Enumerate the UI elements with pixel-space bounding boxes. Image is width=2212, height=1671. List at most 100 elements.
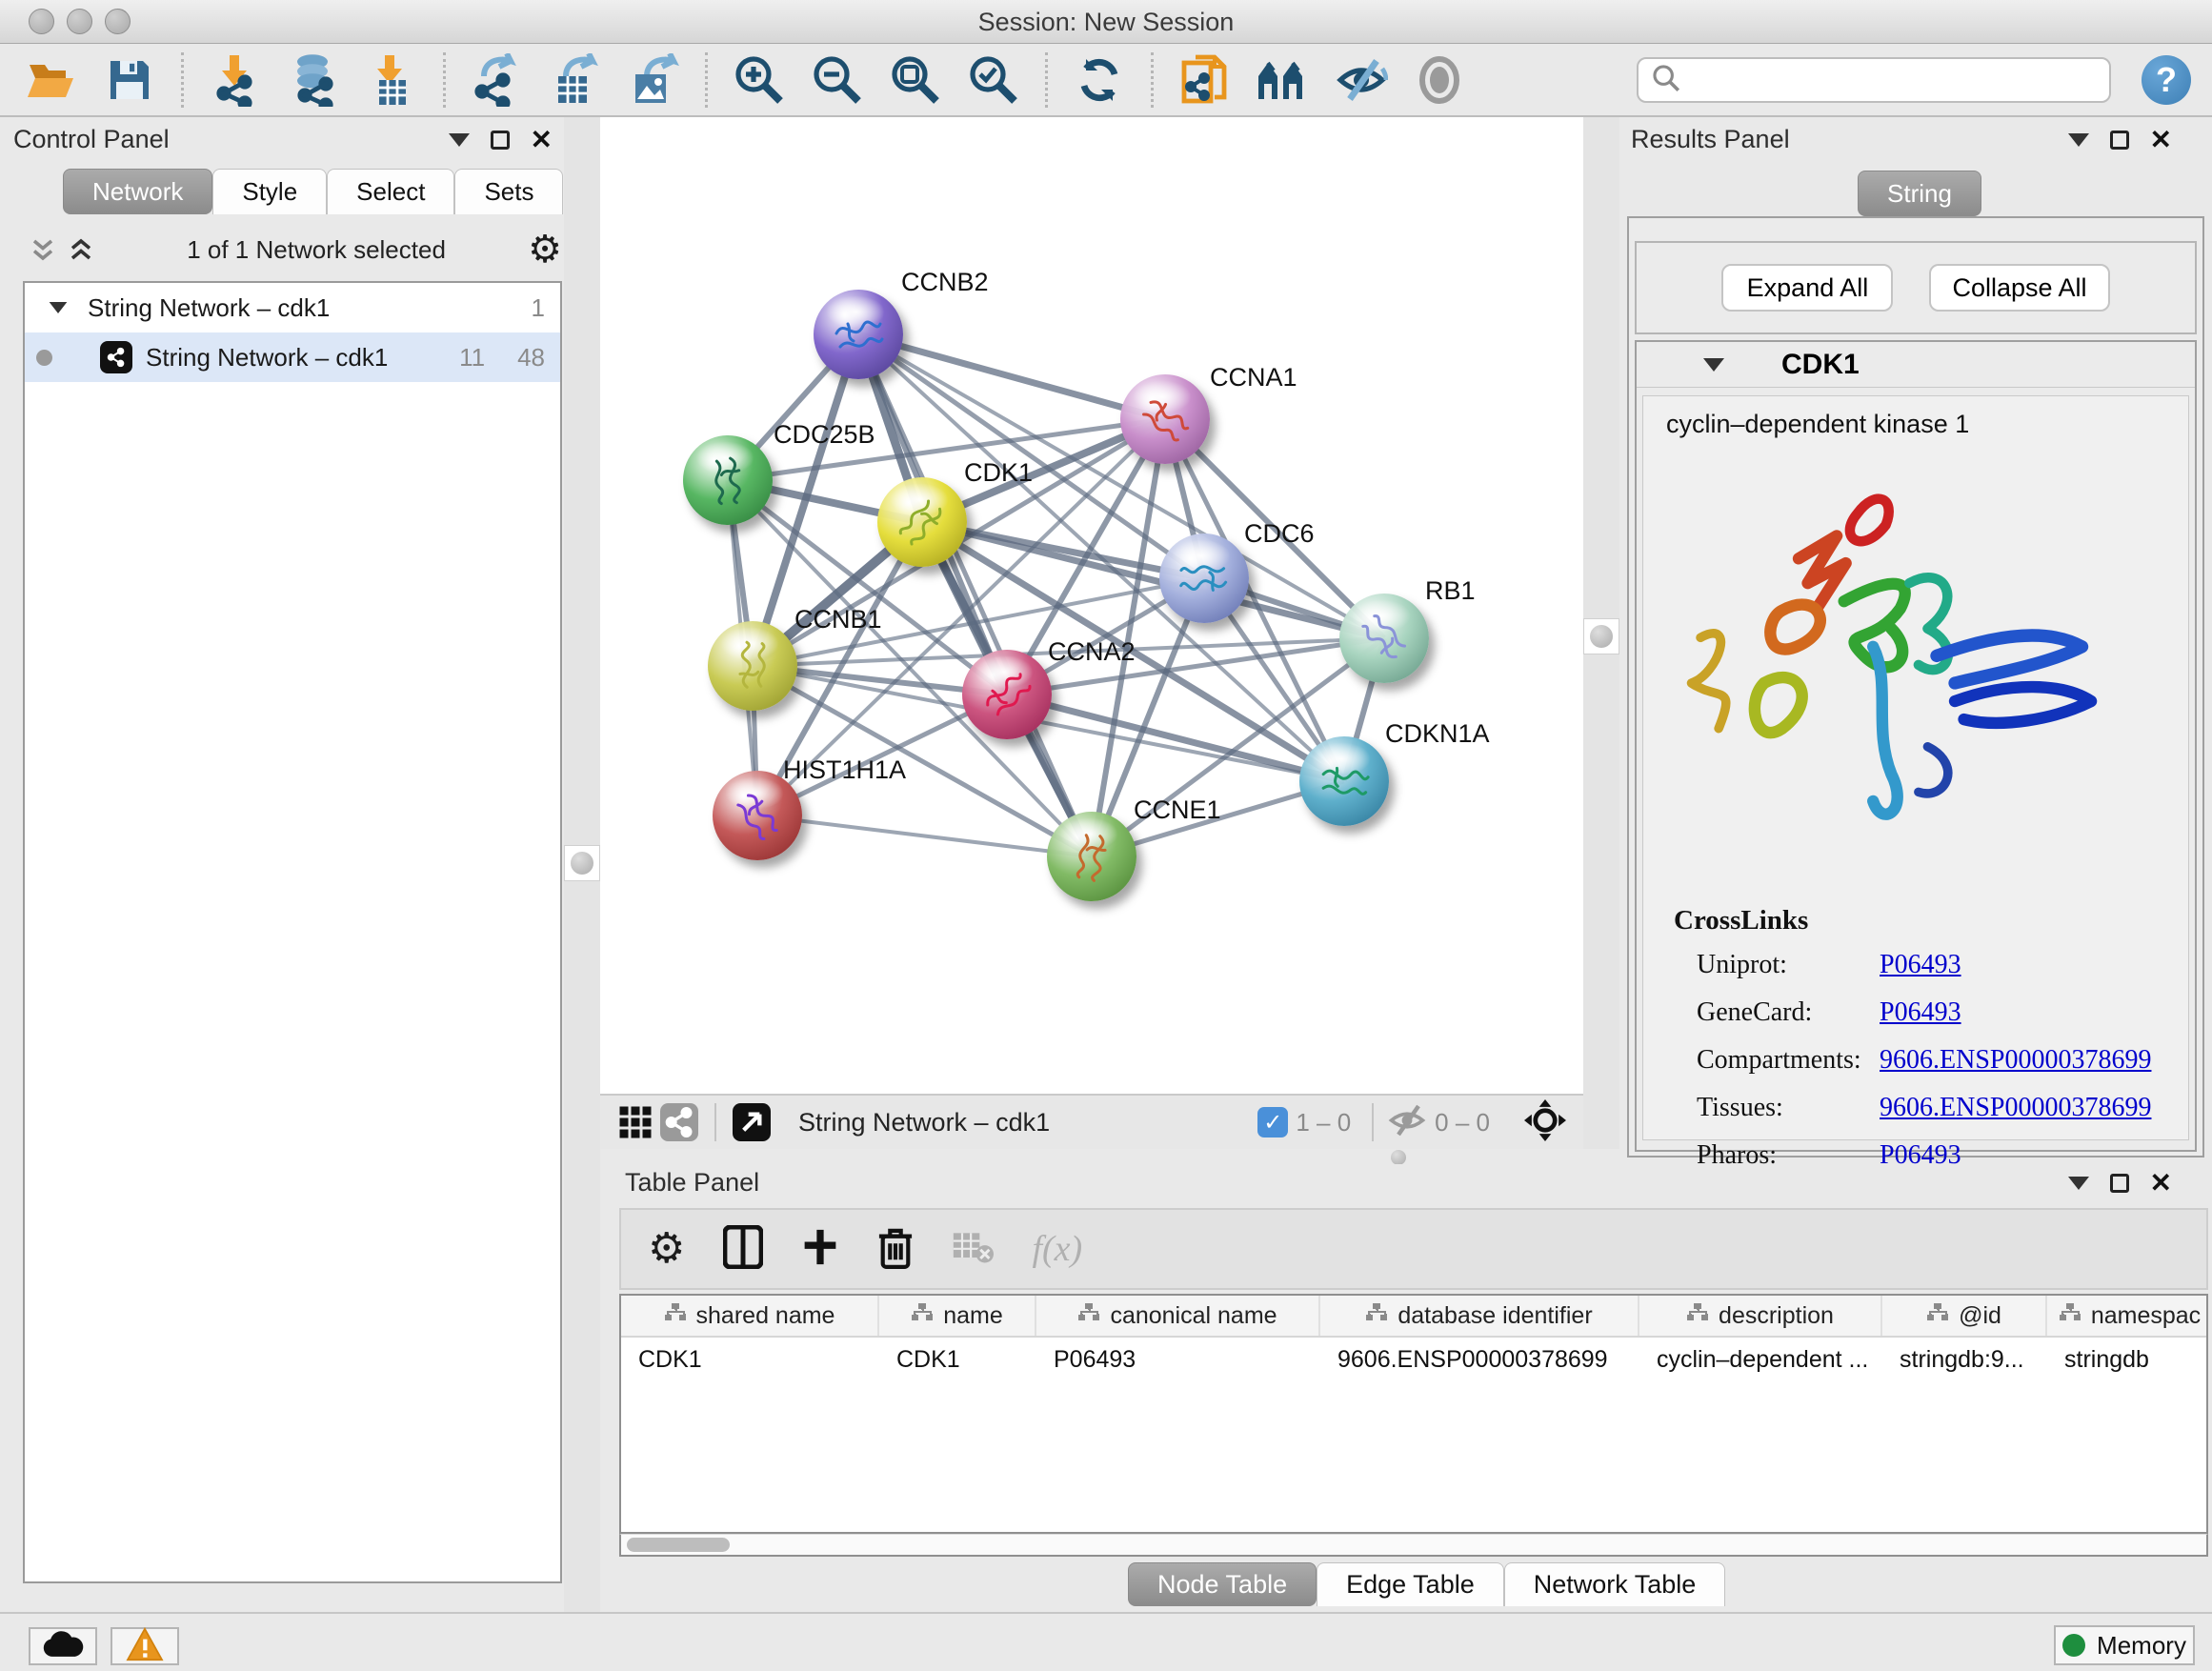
zoom-selected-button[interactable] [967,53,1020,107]
network-node-CDC6[interactable] [1159,534,1249,623]
toolbar-search[interactable] [1637,57,2111,103]
tab-edge-table[interactable]: Edge Table [1317,1562,1504,1606]
show-columns-icon[interactable] [723,1225,763,1274]
network-share-view-icon[interactable] [657,1096,701,1149]
expand-all-button[interactable]: Expand All [1721,264,1893,312]
import-table-button[interactable] [365,53,418,107]
table-cell[interactable]: 9606.ENSP00000378699 [1320,1338,1639,1381]
network-edge[interactable] [757,815,1092,856]
tab-network-table[interactable]: Network Table [1504,1562,1726,1606]
node-table[interactable]: shared namenamecanonical namedatabase id… [619,1294,2208,1534]
help-button[interactable]: ? [2142,55,2191,105]
apply-layout-button[interactable] [1073,53,1126,107]
network-node-CCNA1[interactable] [1120,374,1210,464]
network-node-RB1[interactable] [1339,594,1429,683]
column-header--id[interactable]: @id [1882,1296,2047,1336]
gear-icon[interactable]: ⚙ [528,231,562,269]
import-network-from-database-button[interactable] [287,53,340,107]
protein-section-header[interactable]: CDK1 [1637,342,2195,388]
save-session-button[interactable] [103,53,156,107]
network-collection-row[interactable]: String Network – cdk1 1 [25,283,560,332]
warning-status-button[interactable] [111,1627,179,1665]
float-panel-icon[interactable] [2110,131,2129,150]
left-splitter-handle[interactable] [564,845,600,881]
right-splitter-handle[interactable] [1583,618,1619,654]
expand-all-networks-icon[interactable] [67,235,95,264]
table-settings-gear-icon[interactable]: ⚙ [648,1228,685,1270]
tab-sets[interactable]: Sets [454,169,563,214]
add-column-icon[interactable] [801,1225,839,1274]
cloud-status-button[interactable] [29,1627,97,1665]
open-session-button[interactable] [25,53,78,107]
network-node-CCNA2[interactable] [962,650,1052,739]
network-node-CDK1[interactable] [877,477,967,567]
network-node-CCNB1[interactable] [708,621,797,711]
collapse-collection-icon[interactable] [50,302,68,313]
zoom-fit-button[interactable] [889,53,942,107]
close-panel-icon[interactable]: ✕ [2150,127,2172,153]
panel-menu-icon[interactable] [2068,1177,2089,1190]
crosslink-link[interactable]: P06493 [1880,997,1961,1028]
network-canvas[interactable]: CCNB2CCNA1CDC25BCDK1CDC6RB1CCNB1CCNA2CDK… [600,117,1583,1094]
export-network-button[interactable] [471,53,524,107]
import-network-button[interactable] [209,53,262,107]
network-node-CDKN1A[interactable] [1299,736,1389,826]
table-row[interactable]: CDK1CDK1P064939606.ENSP00000378699cyclin… [621,1338,2206,1381]
selected-nodes-checkbox-icon[interactable]: ✓ [1257,1107,1288,1137]
export-image-button[interactable] [627,53,680,107]
tab-style[interactable]: Style [212,169,327,214]
crosslink-link[interactable]: 9606.ENSP00000378699 [1880,1045,2151,1076]
close-panel-icon[interactable]: ✕ [531,127,553,153]
hidden-eye-slash-icon[interactable] [1387,1103,1427,1142]
network-node-CDC25B[interactable] [683,435,773,525]
column-header-description[interactable]: description [1639,1296,1882,1336]
collapse-section-icon[interactable] [1703,358,1724,372]
column-header-shared-name[interactable]: shared name [621,1296,879,1336]
memory-button[interactable]: Memory [2054,1625,2195,1665]
panel-menu-icon[interactable] [449,133,470,147]
table-cell[interactable]: P06493 [1036,1338,1320,1381]
panel-menu-icon[interactable] [2068,133,2089,147]
network-snapshot-button[interactable] [1178,53,1232,107]
network-row[interactable]: String Network – cdk1 11 48 [25,332,560,382]
crosslink-label: Tissues: [1674,1093,1880,1123]
detach-view-icon[interactable] [730,1096,774,1149]
column-header-namespac[interactable]: namespac [2047,1296,2208,1336]
float-panel-icon[interactable] [2110,1174,2129,1193]
table-cell[interactable]: cyclin–dependent ... [1639,1338,1882,1381]
collapse-all-networks-icon[interactable] [29,235,57,264]
column-header-canonical-name[interactable]: canonical name [1036,1296,1320,1336]
left-splitter[interactable] [564,117,600,1612]
column-header-database-identifier[interactable]: database identifier [1320,1296,1639,1336]
first-neighbors-button[interactable] [1257,53,1310,107]
table-cell[interactable]: CDK1 [879,1338,1036,1381]
horizontal-scrollbar[interactable] [619,1534,2208,1557]
tab-string[interactable]: String [1858,171,1981,216]
grid-view-icon[interactable] [613,1096,657,1149]
tab-network[interactable]: Network [63,169,212,214]
column-header-name[interactable]: name [879,1296,1036,1336]
table-cell[interactable]: stringdb [2047,1338,2208,1381]
scrollbar-thumb[interactable] [627,1538,730,1552]
search-input[interactable] [1682,66,2092,95]
hide-selected-button[interactable] [1335,53,1388,107]
show-all-button[interactable] [1413,53,1466,107]
table-cell[interactable]: stringdb:9... [1882,1338,2047,1381]
delete-column-trash-icon[interactable] [877,1225,914,1274]
zoom-in-button[interactable] [733,53,786,107]
float-panel-icon[interactable] [491,131,510,150]
network-node-CCNE1[interactable] [1047,812,1136,901]
zoom-out-button[interactable] [811,53,864,107]
network-node-CCNB2[interactable] [814,290,903,379]
tab-select[interactable]: Select [327,169,454,214]
crosslink-link[interactable]: 9606.ENSP00000378699 [1880,1093,2151,1123]
table-cell[interactable]: CDK1 [621,1338,879,1381]
export-table-button[interactable] [549,53,602,107]
close-panel-icon[interactable]: ✕ [2150,1170,2172,1197]
birdseye-navigator-icon[interactable] [1524,1099,1566,1146]
horizontal-splitter-handle[interactable] [1391,1150,1406,1165]
database-icon [288,53,339,107]
crosslink-link[interactable]: P06493 [1880,950,1961,980]
collapse-all-button[interactable]: Collapse All [1929,264,2109,312]
tab-node-table[interactable]: Node Table [1128,1562,1317,1606]
